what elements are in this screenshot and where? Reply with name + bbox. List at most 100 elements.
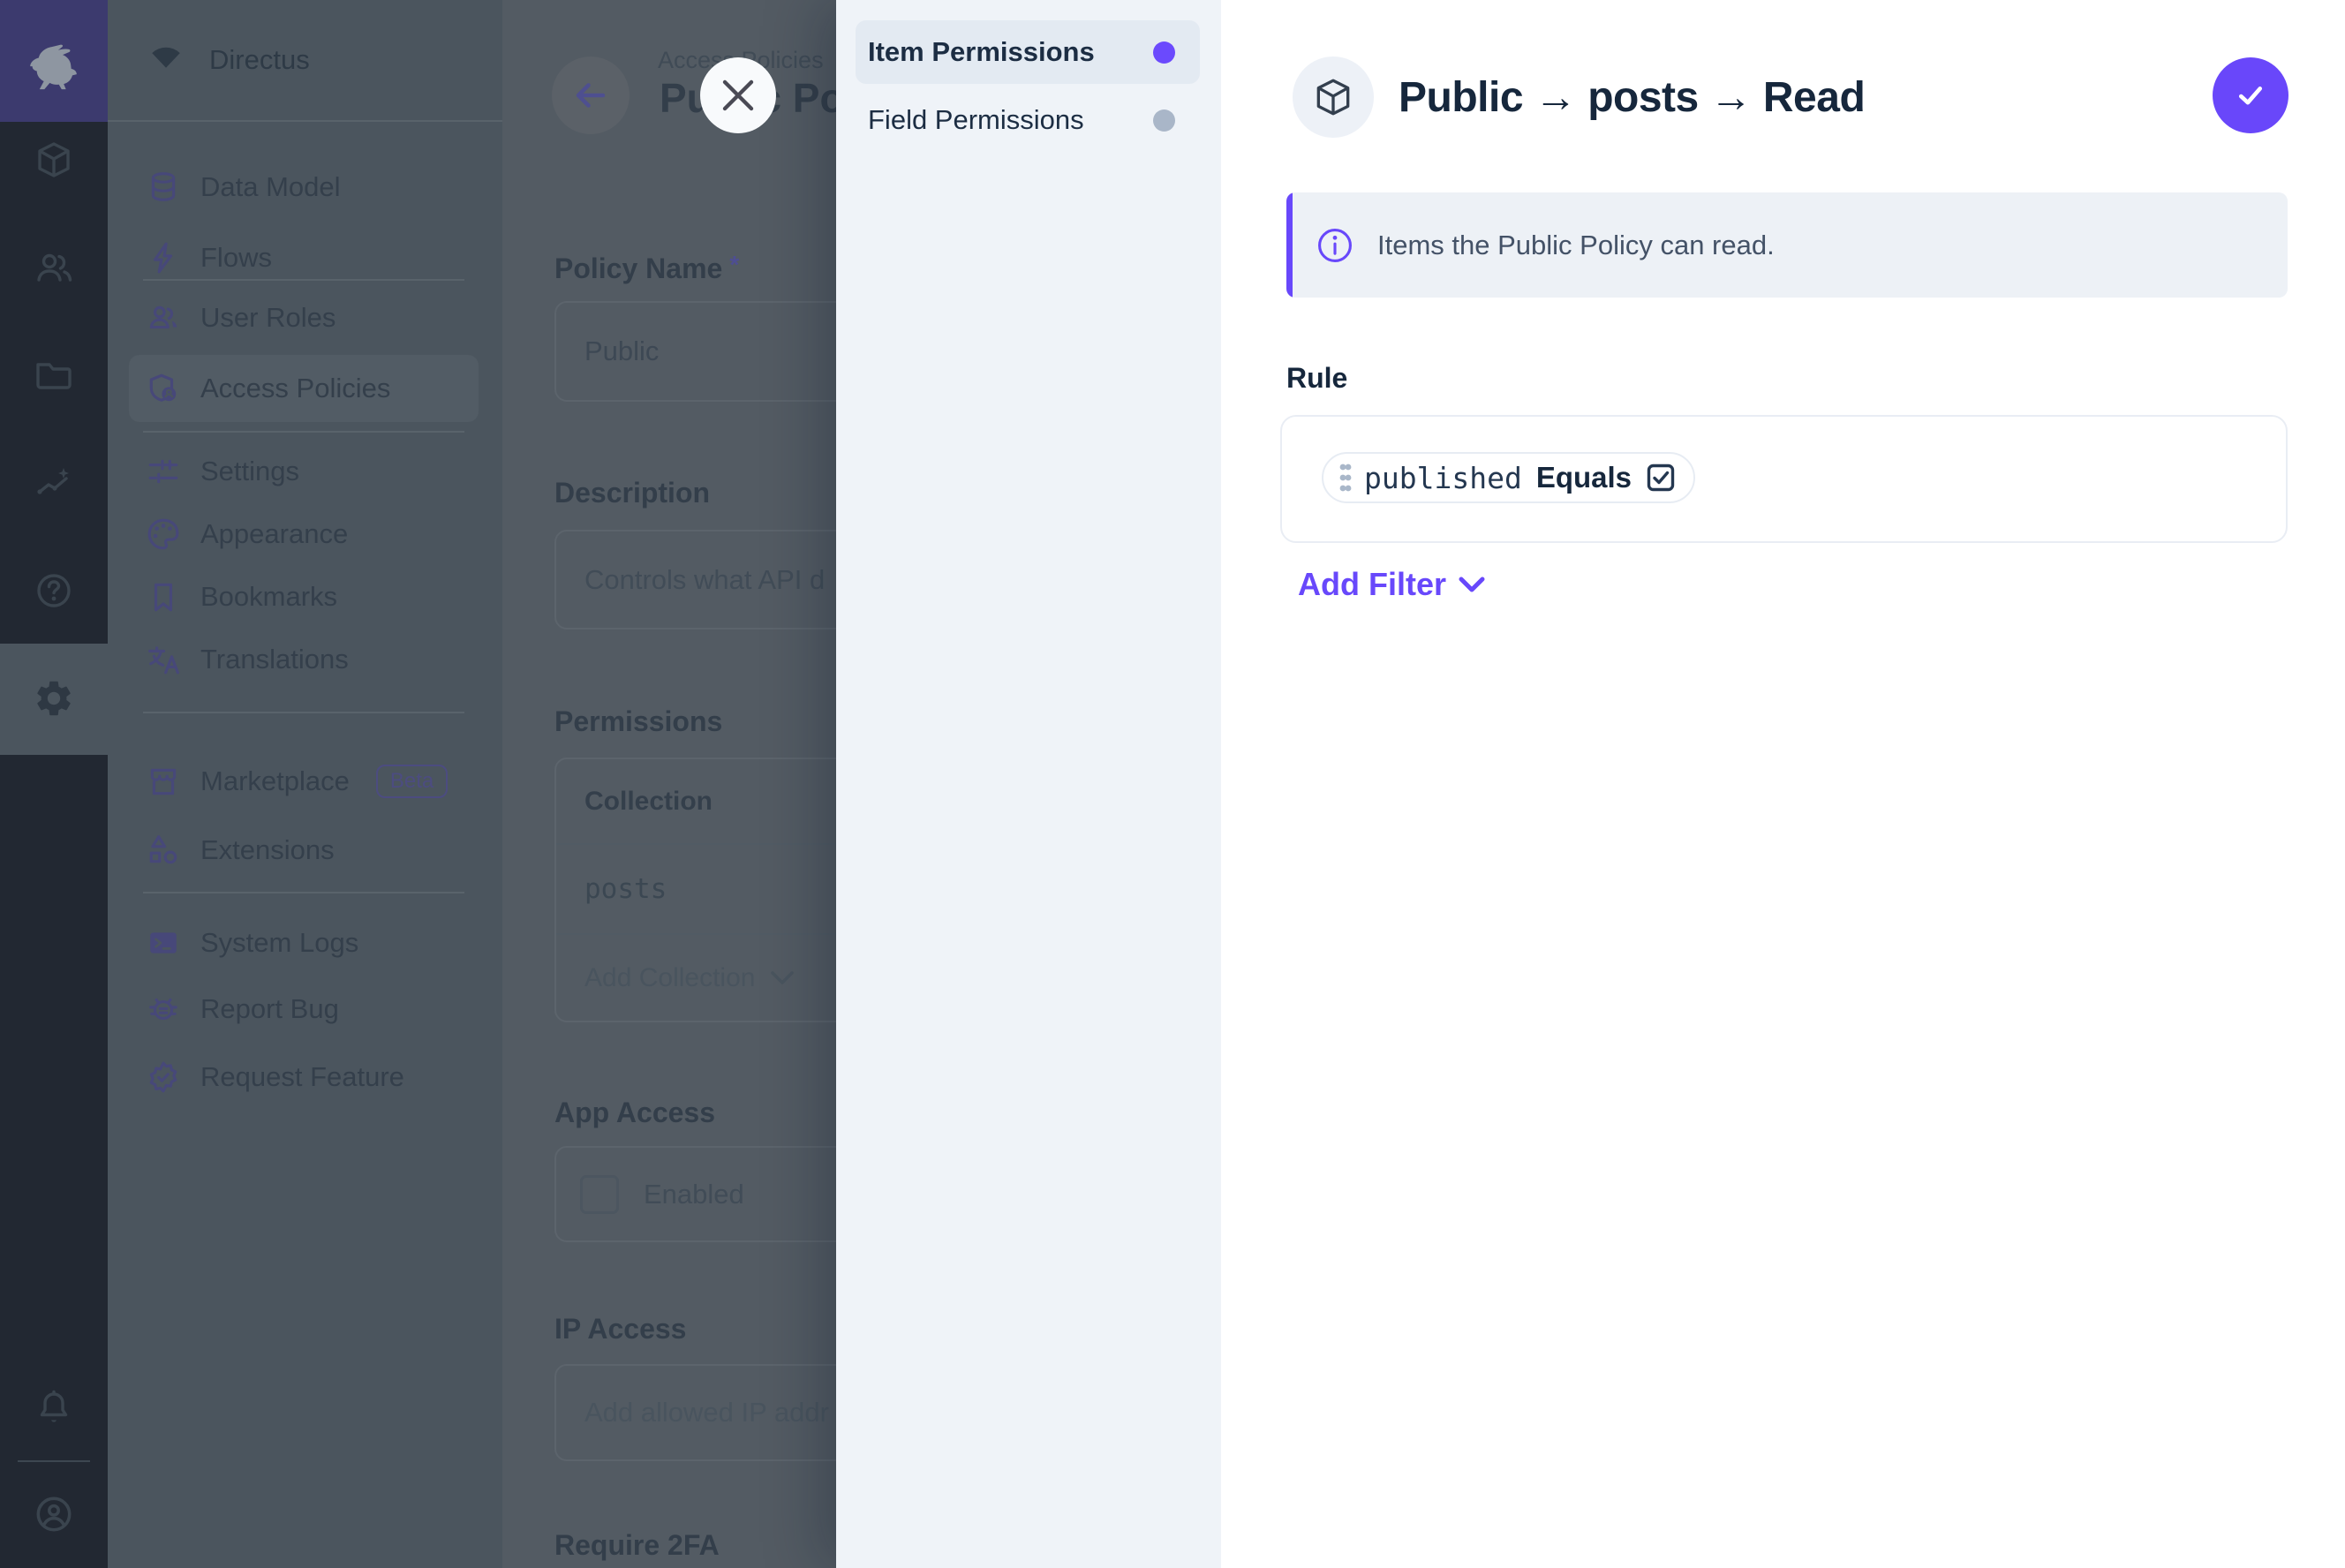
add-filter-label: Add Filter [1298,566,1446,603]
bug-icon [147,992,180,1026]
sidebar-item-label: Data Model [200,171,341,203]
content-cube-icon [33,139,75,181]
sidebar-item-extensions[interactable]: Extensions [108,817,502,884]
permissions-drawer: Item Permissions Field Permissions Publi… [836,0,2345,1568]
module-files-button[interactable] [0,354,108,396]
require-2fa-label: Require 2FA [554,1529,720,1562]
sidebar-item-settings[interactable]: Settings [108,438,502,505]
terminal-icon [147,926,180,960]
palette-icon [147,517,180,551]
sidebar-item-label: Access Policies [200,373,390,404]
info-notice: Items the Public Policy can read. [1286,192,2288,298]
beta-badge: Beta [376,765,448,799]
notifications-button[interactable] [0,1387,108,1429]
chevron-down-icon [1459,577,1485,593]
sidebar-divider [143,431,464,433]
header-icon-circle [1293,57,1374,138]
active-dot-icon [1153,41,1175,64]
tab-label: Field Permissions [868,104,1153,136]
inactive-dot-icon [1153,109,1175,132]
storefront-icon [147,765,180,798]
ip-access-label: IP Access [554,1313,686,1346]
filter-operator[interactable]: Equals [1536,461,1632,494]
docs-help-icon [33,569,75,612]
sidebar-item-access-policies[interactable]: Access Policies [108,355,502,422]
drawer-title: Public → posts → Read [1399,57,1865,138]
enabled-label: Enabled [644,1179,744,1210]
arrow-left-icon [569,74,612,117]
database-icon [147,170,180,204]
module-users-button[interactable] [0,246,108,289]
sidebar-item-report-bug[interactable]: Report Bug [108,976,502,1043]
user-menu-button[interactable] [0,1493,108,1535]
ip-access-placeholder: Add allowed IP addr [584,1397,829,1429]
check-icon [2231,76,2270,115]
sidebar-item-label: Settings [200,456,299,487]
filter-field[interactable]: published [1364,461,1522,495]
chevron-down-icon [771,971,794,985]
permissions-label: Permissions [554,705,722,738]
settings-sidebar: Directus Data Model Flows [108,0,502,1568]
verified-badge-icon [147,1060,180,1094]
rule-label: Rule [1286,362,1347,395]
sidebar-divider [143,892,464,893]
shapes-icon [147,833,180,867]
tab-item-permissions[interactable]: Item Permissions [856,20,1200,84]
directus-app: Directus Data Model Flows [0,0,2345,1568]
module-docs-button[interactable] [0,569,108,612]
description-label: Description [554,477,710,509]
back-button[interactable] [552,57,630,134]
module-bar [0,0,108,1568]
bookmark-icon [147,580,180,614]
sidebar-item-bookmarks[interactable]: Bookmarks [108,563,502,630]
sidebar-item-label: Report Bug [200,993,339,1025]
project-header[interactable]: Directus [108,0,502,122]
policy-name-label: Policy Name* [554,251,739,285]
sidebar-item-translations[interactable]: Translations [108,626,502,693]
filter-value-checkbox[interactable] [1646,463,1676,493]
policy-name-value: Public [584,335,659,367]
sidebar-item-label: Request Feature [200,1061,404,1093]
sidebar-item-data-model[interactable]: Data Model [108,154,502,221]
drawer-content: Public → posts → Read Items the Public P… [1221,0,2345,1568]
save-button[interactable] [2213,57,2288,133]
close-icon [720,78,756,113]
translate-icon [147,643,180,676]
sidebar-item-label: Marketplace [200,765,350,797]
files-folder-icon [33,354,75,396]
sidebar-divider [143,279,464,281]
add-collection-label: Add Collection [584,963,755,993]
sidebar-item-system-logs[interactable]: System Logs [108,909,502,976]
enabled-checkbox[interactable] [580,1175,619,1214]
tab-field-permissions[interactable]: Field Permissions [856,88,1200,152]
tune-icon [147,455,180,488]
project-name: Directus [209,44,310,76]
drawer-close-button[interactable] [700,57,776,133]
module-content-button[interactable] [0,139,108,181]
directus-rabbit-logo-icon [19,32,88,90]
sidebar-item-appearance[interactable]: Appearance [108,501,502,568]
sidebar-item-request-feature[interactable]: Request Feature [108,1044,502,1111]
required-marker: * [729,251,739,278]
drawer-nav: Item Permissions Field Permissions [836,0,1221,1568]
box-icon [1311,75,1355,119]
users-icon [33,246,75,289]
project-status-icon [147,41,185,79]
sidebar-item-flows[interactable]: Flows [108,224,502,291]
settings-gear-icon [33,677,75,720]
filter-chip[interactable]: published Equals [1322,452,1695,503]
sidebar-item-marketplace[interactable]: Marketplace Beta [108,748,502,815]
sidebar-item-user-roles[interactable]: User Roles [108,284,502,351]
add-filter-button[interactable]: Add Filter [1298,563,1485,606]
module-insights-button[interactable] [0,462,108,504]
directus-logo-button[interactable] [0,0,108,122]
description-value: Controls what API d [584,564,825,596]
sidebar-item-label: Translations [200,644,349,675]
tab-label: Item Permissions [868,36,1153,68]
sidebar-item-label: User Roles [200,302,336,334]
drag-handle-icon[interactable] [1339,462,1352,494]
rule-card: published Equals [1280,415,2288,543]
user-avatar-icon [32,1492,76,1536]
module-settings-button[interactable] [0,677,108,720]
notice-text: Items the Public Policy can read. [1286,230,1775,261]
